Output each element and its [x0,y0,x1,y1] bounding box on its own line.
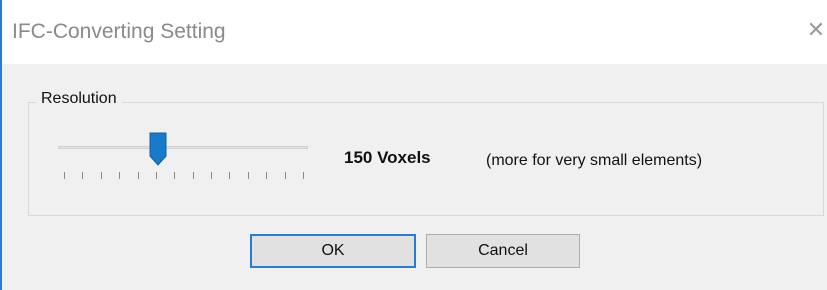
slider-tick [211,172,212,179]
title-bar[interactable]: IFC-Converting Setting ✕ [2,0,827,64]
slider-tick [138,172,139,179]
slider-tick [285,172,286,179]
slider-track[interactable] [58,146,308,149]
ok-button[interactable]: OK [250,234,416,268]
slider-tick [266,172,267,179]
resolution-value: 150 Voxels [344,148,431,167]
resolution-hint: (more for very small elements) [486,152,703,169]
slider-tick [174,172,175,179]
resolution-group-label: Resolution [36,90,122,108]
dialog-window: IFC-Converting Setting ✕ Resolution 150 … [0,0,827,290]
dialog-body: Resolution 150 Voxels (more for very sma… [2,64,827,290]
cancel-button[interactable]: Cancel [426,234,580,268]
slider-tick [119,172,120,179]
slider-tick [229,172,230,179]
window-title: IFC-Converting Setting [12,20,226,43]
slider-tick [64,172,65,179]
slider-tick [303,172,304,179]
close-button[interactable]: ✕ [805,14,827,46]
slider-tick [248,172,249,179]
slider-tick [193,172,194,179]
slider-tick [101,172,102,179]
slider-tick [82,172,83,179]
close-icon: ✕ [806,17,826,42]
slider-ticks [64,172,304,180]
slider-thumb[interactable] [149,132,167,166]
slider-tick [156,172,157,179]
resolution-slider[interactable] [54,126,312,186]
